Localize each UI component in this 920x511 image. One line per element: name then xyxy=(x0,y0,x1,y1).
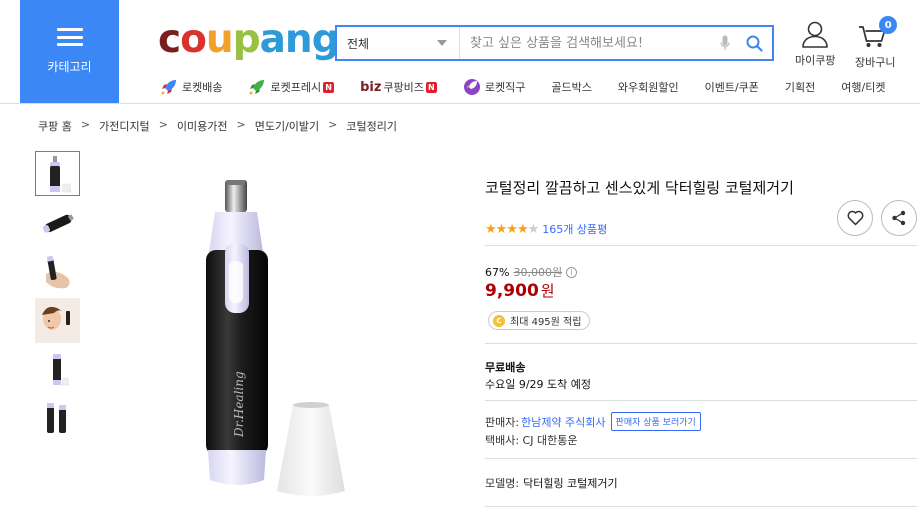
sale-price: 9,900 원 xyxy=(485,281,555,301)
reward-badge: C 최대 495원 적립 xyxy=(488,311,591,330)
breadcrumb-nose-trimmer[interactable]: 코털정리기 xyxy=(346,118,397,134)
star-rating-icon: ★★★★★ xyxy=(485,221,539,237)
category-label: 카테고리 xyxy=(47,60,92,74)
nav-coupang-biz[interactable]: biz 쿠팡비즈 N xyxy=(360,79,437,95)
device-brand-text: Dr.Healing xyxy=(232,371,246,438)
wishlist-button[interactable] xyxy=(837,200,873,236)
search-category-select[interactable]: 전체 xyxy=(337,27,460,59)
cart-button[interactable]: 0 장바구니 xyxy=(855,16,898,70)
thumbnail-list xyxy=(35,151,80,445)
share-icon xyxy=(892,210,906,226)
breadcrumb-beauty-appliances[interactable]: 이미용가전 xyxy=(177,118,228,134)
search-category-value: 전체 xyxy=(347,36,370,51)
courier-info: 택배사: CJ 대한통운 xyxy=(485,434,578,447)
nav-exhibition[interactable]: 기획전 xyxy=(785,79,815,95)
nav-event-coupon[interactable]: 이벤트/쿠폰 xyxy=(705,79,759,95)
info-icon[interactable]: i xyxy=(566,266,578,278)
header-divider xyxy=(0,103,920,104)
search-bar: 전체 xyxy=(335,25,774,61)
user-icon xyxy=(802,21,829,48)
hamburger-icon xyxy=(56,28,83,46)
cart-label: 장바구니 xyxy=(855,56,896,69)
discount-rate: 67% xyxy=(485,265,510,279)
nav-goldbox[interactable]: 골드박스 xyxy=(551,79,591,95)
coin-icon: C xyxy=(493,314,505,327)
product-title: 코털정리 깔끔하고 센스있게 닥터힐링 코털제거기 xyxy=(485,179,794,197)
microphone-icon[interactable] xyxy=(714,35,736,51)
shipping-date: 수요일 9/29 도착 예정 xyxy=(485,378,592,391)
product-rating: ★★★★★ 165개 상품평 xyxy=(485,221,607,237)
breadcrumb-home[interactable]: 쿠팡 홈 xyxy=(38,118,72,134)
thumbnail-2[interactable] xyxy=(35,200,80,245)
rocket-global-icon xyxy=(463,78,481,96)
nav-rocket-fresh[interactable]: 로켓프레시 N xyxy=(248,78,335,96)
search-icon xyxy=(746,35,763,52)
new-badge: N xyxy=(425,81,437,93)
search-input[interactable] xyxy=(460,27,714,59)
discount-info: 67% 30,000원 i xyxy=(485,264,578,280)
nav-travel-ticket[interactable]: 여행/티켓 xyxy=(841,79,885,95)
share-button[interactable] xyxy=(881,200,917,236)
nav-rocket-global[interactable]: 로켓직구 xyxy=(463,78,525,96)
nav-rocket-delivery[interactable]: 로켓배송 xyxy=(160,78,222,96)
info-divider xyxy=(485,458,917,459)
info-divider xyxy=(485,400,917,401)
nav-wow-discount[interactable]: 와우회원할인 xyxy=(618,79,679,95)
main-product-image: Dr.Healing xyxy=(185,165,355,505)
thumbnail-6[interactable] xyxy=(35,396,80,441)
breadcrumb: 쿠팡 홈 > 가전디지털 > 이미용가전 > 면도기/이발기 > 코털정리기 xyxy=(38,118,397,134)
thumbnail-1[interactable] xyxy=(35,151,80,196)
thumbnail-5[interactable] xyxy=(35,347,80,392)
seller-products-button[interactable]: 판매자 상품 보러가기 xyxy=(610,412,701,431)
thumbnail-3[interactable] xyxy=(35,249,80,294)
rocket-icon xyxy=(160,78,178,96)
cart-count-badge: 0 xyxy=(879,16,898,34)
original-price: 30,000원 xyxy=(513,266,563,279)
search-button[interactable] xyxy=(736,35,772,52)
seller-name-link[interactable]: 한남제약 주식회사 xyxy=(521,414,605,430)
thumbnail-4[interactable] xyxy=(35,298,80,343)
info-divider xyxy=(485,506,917,507)
new-badge: N xyxy=(323,81,335,93)
info-divider xyxy=(485,245,917,246)
breadcrumb-electronics[interactable]: 가전디지털 xyxy=(99,118,150,134)
my-coupang-label: 마이쿠팡 xyxy=(795,54,836,67)
seller-info: 판매자: 한남제약 주식회사 판매자 상품 보러가기 xyxy=(485,412,701,431)
chevron-down-icon xyxy=(437,40,447,46)
info-divider xyxy=(485,343,917,344)
breadcrumb-shavers[interactable]: 면도기/이발기 xyxy=(255,118,319,134)
rocket-fresh-icon xyxy=(248,78,266,96)
biz-logo: biz xyxy=(360,79,382,95)
review-count-link[interactable]: 165개 상품평 xyxy=(542,221,607,237)
my-coupang-button[interactable]: 마이쿠팡 xyxy=(795,20,835,68)
heart-icon xyxy=(847,210,863,226)
category-menu-button[interactable]: 카테고리 xyxy=(20,0,119,103)
coupang-logo[interactable]: coupang xyxy=(158,18,340,62)
shipping-title: 무료배송 xyxy=(485,361,526,374)
category-nav: 로켓배송 로켓프레시 N biz 쿠팡비즈 N 로켓직구 골드박스 와우회원할인… xyxy=(160,78,885,96)
model-name: 닥터힐링 코털제거기 xyxy=(523,477,618,490)
model-info: 모델명: 닥터힐링 코털제거기 xyxy=(485,477,618,490)
